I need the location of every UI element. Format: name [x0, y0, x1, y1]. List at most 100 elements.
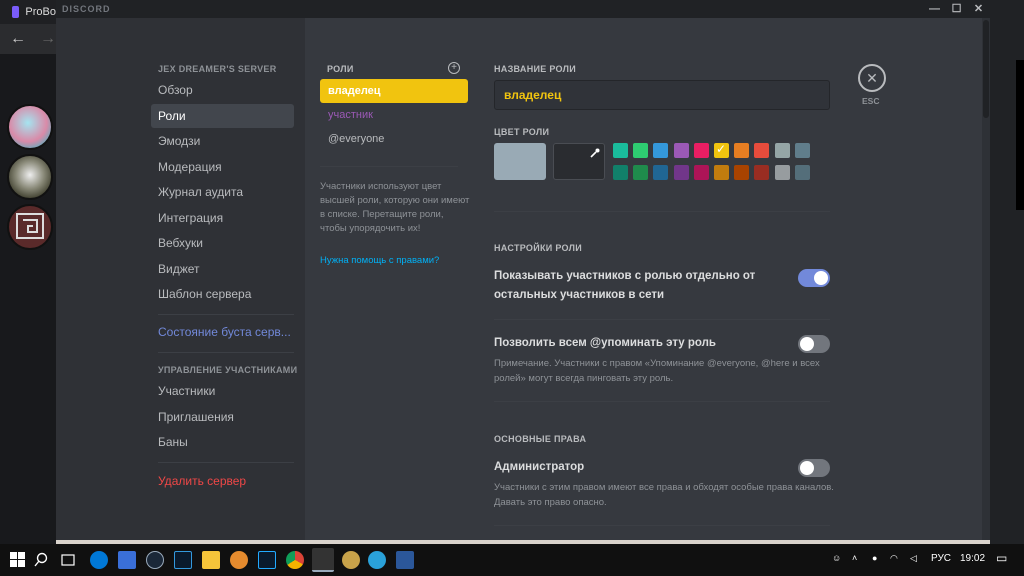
tray-app-icon[interactable]: ● [872, 553, 877, 563]
volume-icon[interactable]: ◁ [910, 553, 917, 564]
members-header: УПРАВЛЕНИЕ УЧАСТНИКАМИ [158, 365, 298, 375]
sidebar-item-overview[interactable]: Обзор [151, 78, 294, 102]
start-button-icon[interactable] [10, 552, 25, 567]
color-swatch[interactable] [734, 143, 750, 158]
sidebar-item-server-template[interactable]: Шаблон сервера [151, 282, 294, 306]
default-color-swatch[interactable] [494, 143, 546, 180]
browser-tab[interactable]: ProBo [0, 0, 56, 24]
color-swatch[interactable] [734, 165, 750, 180]
add-role-icon[interactable]: + [448, 62, 460, 74]
color-swatch[interactable] [673, 143, 689, 158]
divider [494, 525, 830, 526]
color-swatch[interactable] [693, 143, 709, 158]
word-icon[interactable] [396, 551, 414, 569]
role-name-input[interactable] [494, 80, 830, 110]
discord-window: DISCORD — ☐ ✕ JEX DREAMER'S SERVER Обзор… [56, 0, 990, 544]
sidebar-item-moderation[interactable]: Модерация [151, 155, 294, 179]
close-settings-icon[interactable]: ✕ [858, 64, 886, 92]
chrome-icon[interactable] [286, 551, 304, 569]
app-title: DISCORD [62, 4, 111, 14]
sidebar-item-integrations[interactable]: Интеграция [151, 206, 294, 230]
back-arrow-icon[interactable]: ← [10, 30, 26, 48]
discord-taskbar-icon[interactable] [312, 548, 334, 572]
color-swatch[interactable] [653, 143, 669, 158]
lightroom-icon[interactable] [174, 551, 192, 569]
role-item-owner[interactable]: владелец [320, 79, 468, 103]
role-item-everyone[interactable]: @everyone [320, 127, 468, 151]
permissions-help-link[interactable]: Нужна помощь с правами? [320, 255, 439, 266]
color-swatch[interactable] [673, 165, 689, 180]
forward-arrow-icon[interactable]: → [40, 30, 56, 48]
language-indicator[interactable]: РУС [931, 553, 951, 564]
color-swatch[interactable] [774, 143, 790, 158]
color-swatch[interactable] [613, 165, 628, 180]
maximize-button[interactable]: ☐ [950, 2, 964, 16]
delete-server-button[interactable]: Удалить сервер [151, 469, 294, 493]
color-swatch[interactable] [794, 143, 810, 158]
color-swatch[interactable] [754, 143, 770, 158]
steam-icon[interactable] [146, 551, 164, 569]
wifi-icon[interactable]: ◠ [890, 553, 898, 564]
search-icon[interactable] [33, 552, 49, 568]
people-icon[interactable]: ☺ [832, 553, 841, 563]
sidebar-item-boost-status[interactable]: Состояние буста серв... [151, 320, 294, 344]
sidebar-item-widget[interactable]: Виджет [151, 257, 294, 281]
divider [494, 401, 830, 402]
color-swatch[interactable] [613, 143, 628, 158]
sidebar-item-webhooks[interactable]: Вебхуки [151, 231, 294, 255]
server-avatar-1[interactable] [7, 104, 53, 150]
mention-toggle[interactable] [798, 335, 830, 353]
server-avatar-2[interactable] [7, 154, 53, 200]
color-swatch[interactable] [633, 143, 649, 158]
color-swatch[interactable] [774, 165, 790, 180]
file-explorer-icon[interactable] [202, 551, 220, 569]
browser-tab-title: ProBo [25, 6, 56, 18]
sidebar-item-members[interactable]: Участники [151, 379, 294, 403]
store-icon[interactable] [118, 551, 136, 569]
minimize-button[interactable]: — [928, 2, 942, 16]
sidebar-item-audit-log[interactable]: Журнал аудита [151, 180, 294, 204]
edge-icon[interactable] [90, 551, 108, 569]
color-swatch[interactable] [714, 165, 729, 180]
app-icon[interactable] [230, 551, 248, 569]
color-swatch[interactable] [653, 165, 669, 180]
divider [158, 314, 294, 315]
color-swatch[interactable]: ✓ [714, 142, 729, 158]
close-window-button[interactable]: ✕ [972, 2, 986, 16]
basic-permissions-label: ОСНОВНЫЕ ПРАВА [494, 434, 587, 444]
eyedropper-icon [590, 148, 600, 158]
background-browser-edge [990, 0, 1024, 544]
clock[interactable]: 19:02 [960, 553, 985, 564]
color-swatch[interactable] [693, 165, 709, 180]
admin-option-note: Участники с этим правом имеют все права … [494, 482, 834, 508]
league-icon[interactable] [342, 551, 360, 569]
server-logo-icon [16, 213, 44, 239]
color-swatch[interactable] [754, 165, 770, 180]
sidebar-item-invites[interactable]: Приглашения [151, 405, 294, 429]
sidebar-item-bans[interactable]: Баны [151, 430, 294, 454]
mention-option-title: Позволить всем @упоминать эту роль [494, 337, 716, 349]
admin-toggle[interactable] [798, 459, 830, 477]
hoist-toggle[interactable] [798, 269, 830, 287]
sidebar-item-roles[interactable]: Роли [151, 104, 294, 128]
divider [494, 319, 830, 320]
color-swatch[interactable] [794, 165, 810, 180]
sidebar-item-emoji[interactable]: Эмодзи [151, 129, 294, 153]
divider [494, 211, 830, 212]
tray-chevron-icon[interactable]: ˄ [852, 553, 857, 563]
task-view-icon[interactable] [60, 552, 76, 568]
settings-sidebar: JEX DREAMER'S SERVER Обзор Роли Эмодзи М… [56, 18, 305, 544]
server-avatar-3[interactable] [7, 204, 53, 250]
checkmark-icon: ✓ [716, 142, 727, 156]
photoshop-icon[interactable] [258, 551, 276, 569]
server-name-header: JEX DREAMER'S SERVER [158, 64, 277, 74]
role-settings-label: НАСТРОЙКИ РОЛИ [494, 243, 583, 253]
notifications-icon[interactable]: ▭ [996, 551, 1007, 565]
roles-hint-text: Участники используют цвет высшей роли, к… [320, 181, 470, 234]
telegram-icon[interactable] [368, 551, 386, 569]
scrollbar-thumb[interactable] [983, 20, 989, 118]
color-swatch[interactable] [633, 165, 649, 180]
role-item-member[interactable]: участник [320, 103, 468, 127]
admin-option-title: Администратор [494, 461, 585, 473]
custom-color-picker[interactable] [553, 143, 605, 180]
